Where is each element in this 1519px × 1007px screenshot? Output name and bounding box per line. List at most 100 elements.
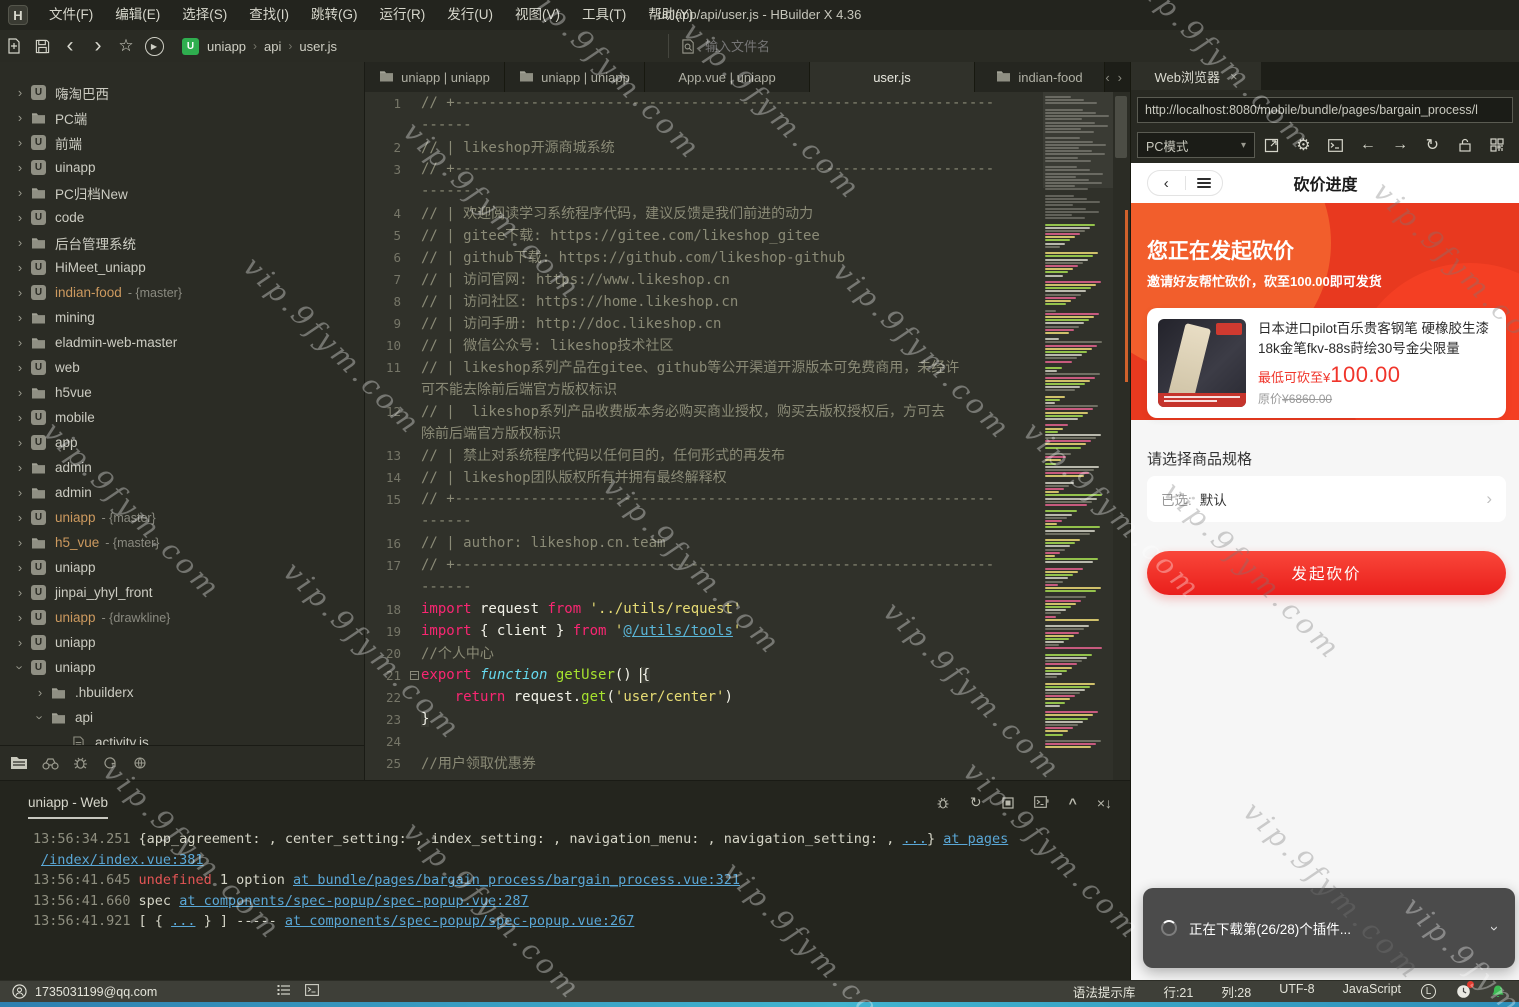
tree-item[interactable]: ›Ujinpai_yhyl_front [0,580,364,605]
back-chevron-icon[interactable]: ‹ [1148,175,1185,192]
tree-item[interactable]: ›Uindian-food- {master} [0,280,364,305]
outline-list-icon[interactable] [277,984,291,999]
tree-item[interactable]: ›后台管理系统 [0,230,364,255]
plugin-download-toast[interactable]: 正在下载第(26/28)个插件... › [1143,888,1515,968]
nav-back-button[interactable]: ‹ [56,33,84,59]
tree-item[interactable]: ›mining [0,305,364,330]
tab-next-icon[interactable]: › [1118,70,1122,85]
devtools-console-icon[interactable] [1320,139,1352,152]
cloud-globe-icon[interactable] [132,756,148,770]
menu-item-视图(V)[interactable]: 视图(V) [504,0,571,30]
file-search-input[interactable] [703,38,813,55]
terminal-icon[interactable] [305,984,319,999]
start-bargain-button[interactable]: 发起砍价 [1147,551,1506,595]
tree-item[interactable]: ›api [0,705,364,730]
new-file-button[interactable] [0,33,28,59]
tree-item[interactable]: ›Uuinapp [0,155,364,180]
menu-item-运行(R)[interactable]: 运行(R) [369,0,437,30]
tree-item[interactable]: ›Uuniapp- {drawkline} [0,605,364,630]
tree-item[interactable]: ›Uuniapp [0,555,364,580]
project-view-icon[interactable] [10,756,28,770]
qr-code-icon[interactable] [1481,138,1513,152]
tree-item[interactable]: ›.hbuilderx [0,680,364,705]
menu-item-帮助(Y)[interactable]: 帮助(Y) [637,0,704,30]
browser-forward-icon[interactable]: → [1384,136,1416,154]
tree-item[interactable]: ›admin [0,480,364,505]
close-icon[interactable]: × [1230,69,1238,84]
console-clear-icon[interactable]: ×↓ [1097,795,1112,811]
menu-item-工具(T)[interactable]: 工具(T) [571,0,637,30]
tree-item[interactable]: ›UHiMeet_uniapp [0,255,364,280]
tree-item[interactable]: ›h5vue [0,380,364,405]
breadcrumb-file[interactable]: user.js [299,39,337,54]
menu-item-文件(F)[interactable]: 文件(F) [38,0,104,30]
log-link[interactable]: ... [903,831,927,847]
product-card[interactable]: 日本进口pilot百乐贵客钢笔 硬橡胶生漆18k金笔fkv-88s莳绘30号金尖… [1147,308,1506,418]
log-link[interactable]: /index/index.vue:381 [41,852,204,868]
tree-item[interactable]: ›Uweb [0,355,364,380]
menu-item-选择(S)[interactable]: 选择(S) [171,0,238,30]
tree-item[interactable]: activity.js [0,730,364,745]
editor-tab-uniapp-uniapp[interactable]: uniapp | uniapp [365,62,505,92]
console-terminal-icon[interactable] [1034,796,1049,809]
editor-scrollbar[interactable] [1113,92,1130,780]
tree-item[interactable]: ›eladmin-web-master [0,330,364,355]
breadcrumb-project[interactable]: uniapp [207,39,246,54]
tree-item[interactable]: ›h5_vue- {master} [0,530,364,555]
tree-item[interactable]: ›Ucode [0,205,364,230]
chevron-down-icon[interactable]: › [1486,926,1503,931]
log-link[interactable]: at pages [943,831,1008,847]
console-tab[interactable]: uniapp - Web [28,795,108,819]
run-button[interactable]: ▶ [140,33,168,59]
console-collapse-icon[interactable]: ^ [1069,795,1077,811]
spec-selector[interactable]: 已选: 默认 › [1147,476,1506,522]
console-stop-icon[interactable] [1002,797,1014,809]
tree-item[interactable]: ›Umobile [0,405,364,430]
menu-hamburger-icon[interactable] [1186,178,1223,188]
tree-item[interactable]: ›admin [0,455,364,480]
tree-item[interactable]: ›Uuniapp [0,655,364,680]
tree-item[interactable]: ›U前端 [0,130,364,155]
editor-tab-indian-food[interactable]: indian-food [975,62,1105,92]
nav-forward-button[interactable]: › [84,33,112,59]
debug-bug-icon[interactable] [73,756,88,770]
settings-gear-icon[interactable]: ⚙ [1287,135,1319,155]
log-link[interactable]: at components/spec-popup/spec-popup.vue:… [179,893,529,909]
open-external-icon[interactable] [1255,138,1287,153]
tree-item[interactable]: ›Uuniapp- {master} [0,505,364,530]
minimap[interactable] [1043,92,1113,780]
tree-item[interactable]: ›PC端 [0,105,364,130]
tree-item[interactable]: ›Uapp [0,430,364,455]
tab-prev-icon[interactable]: ‹ [1105,70,1109,85]
browser-back-icon[interactable]: ← [1352,136,1384,154]
menu-item-编辑(E)[interactable]: 编辑(E) [104,0,171,30]
editor-tab-App.vue-uniapp[interactable]: App.vue | uniapp [645,62,810,92]
search-binoculars-icon[interactable] [42,757,59,770]
lock-icon[interactable] [1449,138,1481,152]
editor-tab-uniapp-uniapp[interactable]: uniapp | uniapp [505,62,645,92]
account-area[interactable]: 1735031199@qq.com [12,984,157,999]
notification-bell-icon[interactable] [1491,984,1505,999]
menu-item-发行(U)[interactable]: 发行(U) [436,0,504,30]
browser-refresh-icon[interactable]: ↻ [1416,135,1448,155]
menu-item-查找(I)[interactable]: 查找(I) [238,0,300,30]
url-input[interactable] [1137,97,1513,123]
likeshop-l-icon[interactable]: L [1421,984,1436,999]
code-editor[interactable]: 1// +-----------------------------------… [365,92,1130,780]
console-restart-icon[interactable]: ↻ [970,794,982,811]
log-link[interactable]: ... [171,913,195,929]
breadcrumb-folder[interactable]: api [264,39,281,54]
menu-item-跳转(G)[interactable]: 跳转(G) [300,0,369,30]
tree-item[interactable]: ›PC归档New [0,180,364,205]
editor-tab-user.js[interactable]: user.js [810,62,975,92]
tree-item[interactable]: ›U嗨淘巴西 [0,80,364,105]
log-link[interactable]: at bundle/pages/bargain_process/bargain_… [293,872,740,888]
history-clock-icon[interactable] [1456,984,1471,999]
device-mode-select[interactable]: PC模式 ▾ [1137,132,1255,158]
favorite-star-button[interactable]: ☆ [112,33,140,59]
scrollbar-thumb[interactable] [1115,96,1127,158]
save-button[interactable] [28,33,56,59]
console-debug-icon[interactable] [936,796,950,810]
browser-tab[interactable]: Web浏览器 × [1131,62,1261,90]
log-link[interactable]: at components/spec-popup/spec-popup.vue:… [285,913,635,929]
